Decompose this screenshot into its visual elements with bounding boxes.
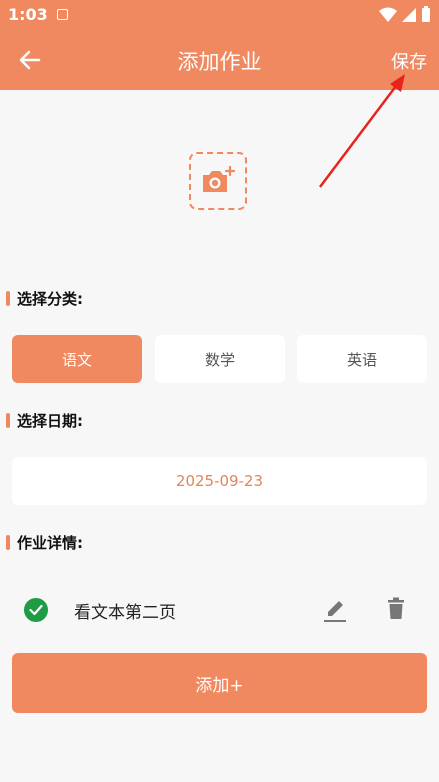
category-chinese-button[interactable]: 语文 [12, 335, 142, 383]
status-time: 1:03 [8, 5, 48, 24]
check-icon [29, 604, 43, 616]
add-photo-button[interactable] [189, 152, 247, 210]
add-task-button[interactable]: 添加+ [12, 653, 427, 713]
wifi-icon [379, 7, 397, 22]
category-math-button[interactable]: 数学 [155, 335, 285, 383]
details-label: 作业详情: [17, 533, 83, 552]
date-label: 选择日期: [17, 411, 83, 430]
task-done-checkbox[interactable] [24, 598, 48, 622]
camera-add-icon [203, 166, 236, 192]
app-bar: 添加作业 保存 [0, 30, 439, 90]
date-section-label: 选择日期: [6, 410, 83, 430]
signal-icon [402, 7, 416, 22]
section-accent-bar [6, 290, 10, 306]
save-button[interactable]: 保存 [391, 48, 427, 74]
status-bar: 1:03 [0, 0, 439, 30]
task-text: 看文本第二页 [74, 603, 176, 623]
section-accent-bar [6, 534, 10, 550]
category-label: 选择分类: [17, 289, 83, 308]
section-accent-bar [6, 412, 10, 428]
notification-icon [57, 9, 68, 20]
battery-icon [422, 6, 430, 22]
page-title: 添加作业 [177, 50, 262, 74]
task-row: 看文本第二页 [12, 585, 427, 635]
details-section-label: 作业详情: [6, 532, 83, 552]
category-section-label: 选择分类: [6, 288, 83, 308]
delete-icon[interactable] [386, 597, 406, 621]
date-picker-field[interactable]: 2025-09-23 [12, 457, 427, 505]
status-icons [379, 6, 431, 23]
category-english-button[interactable]: 英语 [297, 335, 427, 383]
edit-icon[interactable] [323, 597, 347, 623]
